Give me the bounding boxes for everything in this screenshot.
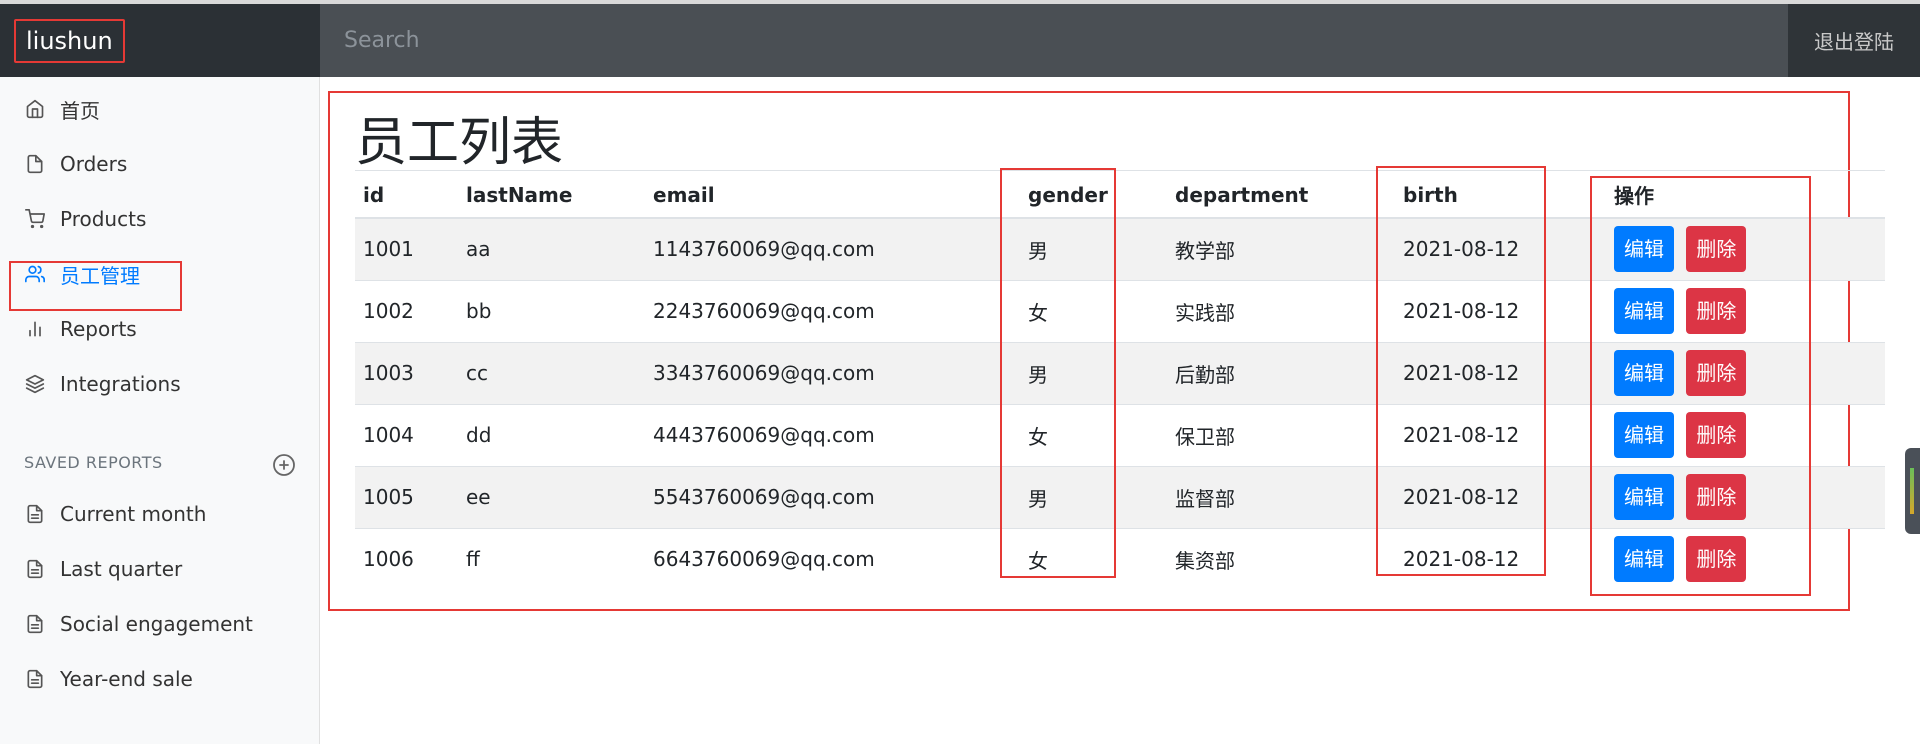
cell-id: 1006 <box>355 527 458 590</box>
file-text-icon <box>24 558 46 580</box>
saved-report-social-engagement[interactable]: Social engagement <box>24 604 253 644</box>
sidebar-item-label: Products <box>60 207 147 231</box>
level-meter-icon <box>1910 468 1914 514</box>
birth-column-highlight-box <box>1376 166 1546 576</box>
sidebar-item-label: 首页 <box>60 98 100 123</box>
bar-chart-icon <box>24 318 46 340</box>
cell-id: 1004 <box>355 403 458 466</box>
brand-name[interactable]: liushun <box>14 18 125 63</box>
cell-department: 教学部 <box>1167 217 1395 280</box>
file-text-icon <box>24 668 46 690</box>
page-title: 员工列表 <box>355 113 564 173</box>
saved-report-label: Current month <box>60 502 207 526</box>
file-text-icon <box>24 613 46 635</box>
cell-email: 3343760069@qq.com <box>645 341 1020 404</box>
cell-id: 1001 <box>355 217 458 280</box>
column-header-department[interactable]: department <box>1167 172 1395 219</box>
sidebar-item-products[interactable]: Products <box>24 199 146 239</box>
sidebar-item-label: Integrations <box>60 372 181 396</box>
cell-lastname: dd <box>458 403 645 466</box>
shopping-cart-icon <box>24 208 46 230</box>
logout-link[interactable]: 退出登陆 <box>1788 4 1920 77</box>
search-input[interactable] <box>320 4 1788 77</box>
sidebar-item-label: Orders <box>60 152 128 176</box>
saved-report-label: Last quarter <box>60 557 183 581</box>
cell-lastname: cc <box>458 341 645 404</box>
brand-area: liushun <box>0 4 320 77</box>
layers-icon <box>24 373 46 395</box>
file-icon <box>24 153 46 175</box>
cell-email: 4443760069@qq.com <box>645 403 1020 466</box>
cell-department: 监督部 <box>1167 465 1395 528</box>
cell-id: 1002 <box>355 279 458 342</box>
column-header-lastname[interactable]: lastName <box>458 172 645 219</box>
cell-department: 后勤部 <box>1167 341 1395 404</box>
gender-column-highlight-box <box>1000 168 1116 578</box>
saved-report-year-end-sale[interactable]: Year-end sale <box>24 659 193 699</box>
cell-lastname: ff <box>458 527 645 590</box>
cell-id: 1003 <box>355 341 458 404</box>
column-header-id[interactable]: id <box>355 172 458 219</box>
cell-email: 6643760069@qq.com <box>645 527 1020 590</box>
cell-id: 1005 <box>355 465 458 528</box>
saved-reports-heading: SAVED REPORTS <box>24 453 163 472</box>
sidebar-item-home[interactable]: 首页 <box>24 89 100 129</box>
sidebar-item-label: Reports <box>60 317 137 341</box>
sidebar-item-integrations[interactable]: Integrations <box>24 364 181 404</box>
sidebar-item-reports[interactable]: Reports <box>24 309 137 349</box>
saved-report-label: Social engagement <box>60 612 253 636</box>
column-header-email[interactable]: email <box>645 172 1020 219</box>
sidebar: 首页 Orders Products 员工管理 Reports Integrat… <box>0 77 320 744</box>
cell-email: 1143760069@qq.com <box>645 217 1020 280</box>
title-divider <box>355 170 1885 171</box>
cell-department: 实践部 <box>1167 279 1395 342</box>
floating-side-handle[interactable] <box>1905 448 1920 534</box>
cell-email: 5543760069@qq.com <box>645 465 1020 528</box>
cell-lastname: aa <box>458 217 645 280</box>
cell-lastname: bb <box>458 279 645 342</box>
sidebar-item-orders[interactable]: Orders <box>24 144 127 184</box>
active-item-highlight-box <box>9 261 182 311</box>
actions-column-highlight-box <box>1590 176 1811 596</box>
saved-report-current-month[interactable]: Current month <box>24 494 206 534</box>
saved-report-last-quarter[interactable]: Last quarter <box>24 549 182 589</box>
top-navbar: liushun 退出登陆 <box>0 0 1920 77</box>
home-icon <box>24 98 46 120</box>
cell-lastname: ee <box>458 465 645 528</box>
saved-report-label: Year-end sale <box>60 667 193 691</box>
cell-email: 2243760069@qq.com <box>645 279 1020 342</box>
cell-department: 集资部 <box>1167 527 1395 590</box>
add-report-icon[interactable] <box>272 453 296 477</box>
cell-department: 保卫部 <box>1167 403 1395 466</box>
file-text-icon <box>24 503 46 525</box>
